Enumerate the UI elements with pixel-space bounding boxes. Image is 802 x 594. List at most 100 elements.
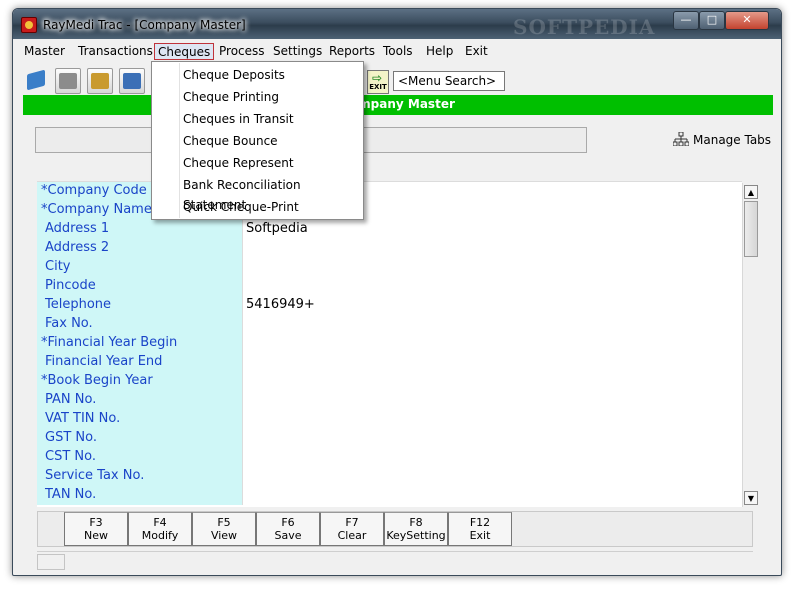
- fkey-label: KeySetting: [386, 529, 446, 542]
- field-label: VAT TIN No.: [37, 410, 242, 429]
- field-value[interactable]: [242, 258, 742, 277]
- field-label: GST No.: [37, 429, 242, 448]
- form-row[interactable]: *Company Code: [37, 182, 742, 201]
- f7-clear-button[interactable]: F7 Clear: [320, 512, 384, 546]
- form-row[interactable]: VAT TIN No.: [37, 410, 742, 429]
- calculator-icon[interactable]: [87, 68, 113, 94]
- scroll-down-arrow-icon[interactable]: ▼: [744, 491, 758, 505]
- field-label: Financial Year End: [37, 353, 242, 372]
- manage-tabs-link[interactable]: Manage Tabs: [673, 132, 771, 147]
- f5-view-button[interactable]: F5 View: [192, 512, 256, 546]
- fkey-code: F12: [469, 516, 491, 529]
- fkey-code: F3: [89, 516, 103, 529]
- fkey-label: Save: [274, 529, 302, 542]
- form-row[interactable]: Financial Year End: [37, 353, 742, 372]
- fkey-label: Modify: [141, 529, 179, 542]
- field-value[interactable]: 5416949+: [242, 296, 742, 315]
- form-row[interactable]: Fax No.: [37, 315, 742, 334]
- menu-item-quick-cheque-print[interactable]: Quick Cheque-Print: [183, 197, 299, 217]
- menu-process[interactable]: Process: [216, 43, 268, 60]
- form-row[interactable]: *Financial Year Begin: [37, 334, 742, 353]
- app-window: RayMedi Trac - [Company Master] SOFTPEDI…: [12, 8, 782, 576]
- form-row[interactable]: Telephone 5416949+: [37, 296, 742, 315]
- f8-keysetting-button[interactable]: F8 KeySetting: [384, 512, 448, 546]
- exit-toolbar-button[interactable]: EXIT: [367, 62, 389, 94]
- close-button[interactable]: ✕: [725, 11, 769, 30]
- form-row[interactable]: City: [37, 258, 742, 277]
- form-row[interactable]: Service Tax No.: [37, 467, 742, 486]
- users-icon[interactable]: [119, 68, 145, 94]
- menu-reports[interactable]: Reports: [326, 43, 378, 60]
- menu-item-bank-reconciliation[interactable]: Bank Reconciliation Statement: [183, 175, 363, 212]
- field-value[interactable]: [242, 410, 742, 429]
- title-bar[interactable]: RayMedi Trac - [Company Master] SOFTPEDI…: [13, 9, 781, 39]
- field-label: PAN No.: [37, 391, 242, 410]
- printer-icon[interactable]: [55, 68, 81, 94]
- field-label: Address 1: [37, 220, 242, 239]
- toolbar: EXIT <Menu Search>: [17, 62, 777, 99]
- f3-new-button[interactable]: F3 New: [64, 512, 128, 546]
- fkey-label: Clear: [337, 529, 367, 542]
- menu-cheques[interactable]: Cheques: [154, 43, 215, 60]
- field-value[interactable]: [242, 467, 742, 486]
- field-label: Address 2: [37, 239, 242, 258]
- fkey-code: F4: [153, 516, 167, 529]
- menu-help[interactable]: Help: [423, 43, 456, 60]
- scroll-up-arrow-icon[interactable]: ▲: [744, 185, 758, 199]
- field-label: Pincode: [37, 277, 242, 296]
- menu-transactions[interactable]: Transactions: [75, 43, 156, 60]
- menu-item-cheque-printing[interactable]: Cheque Printing: [183, 87, 279, 107]
- menu-settings[interactable]: Settings: [270, 43, 325, 60]
- field-value[interactable]: [242, 277, 742, 296]
- menu-item-cheque-bounce[interactable]: Cheque Bounce: [183, 131, 278, 151]
- company-form-grid: *Company Code *Company Name Address 1 Sof…: [37, 181, 742, 507]
- field-value[interactable]: [242, 448, 742, 467]
- manage-tabs-label: Manage Tabs: [693, 133, 772, 147]
- field-value[interactable]: [242, 429, 742, 448]
- field-value[interactable]: Softpedia: [242, 220, 742, 239]
- fkey-code: F8: [409, 516, 423, 529]
- form-row[interactable]: CST No.: [37, 448, 742, 467]
- field-label: City: [37, 258, 242, 277]
- minimize-button[interactable]: —: [673, 11, 699, 30]
- f4-modify-button[interactable]: F4 Modify: [128, 512, 192, 546]
- menu-search-box[interactable]: <Menu Search>: [393, 71, 505, 91]
- status-bar: [37, 551, 753, 571]
- form-row[interactable]: GST No.: [37, 429, 742, 448]
- form-row[interactable]: *Company Name: [37, 201, 742, 220]
- fkey-label: Exit: [469, 529, 491, 542]
- field-value[interactable]: [242, 334, 742, 353]
- menu-item-cheque-deposits[interactable]: Cheque Deposits: [183, 65, 285, 85]
- f12-exit-button[interactable]: F12 Exit: [448, 512, 512, 546]
- field-value[interactable]: [242, 486, 742, 505]
- field-label: TAN No.: [37, 486, 242, 505]
- form-row[interactable]: PAN No.: [37, 391, 742, 410]
- f6-save-button[interactable]: F6 Save: [256, 512, 320, 546]
- form-row[interactable]: Pincode: [37, 277, 742, 296]
- form-row[interactable]: TAN No.: [37, 486, 742, 505]
- form-row[interactable]: Address 1 Softpedia: [37, 220, 742, 239]
- menu-master[interactable]: Master: [21, 43, 68, 60]
- vertical-scrollbar[interactable]: ▲ ▼: [742, 183, 758, 507]
- field-value[interactable]: [242, 239, 742, 258]
- menu-item-cheques-in-transit[interactable]: Cheques in Transit: [183, 109, 294, 129]
- menu-exit[interactable]: Exit: [462, 43, 491, 60]
- field-value[interactable]: [242, 391, 742, 410]
- menu-item-cheque-represent[interactable]: Cheque Represent: [183, 153, 294, 173]
- field-value[interactable]: [242, 372, 742, 391]
- fkey-code: F7: [345, 516, 359, 529]
- field-value[interactable]: [242, 315, 742, 334]
- maximize-button[interactable]: □: [699, 11, 725, 30]
- app-logo-icon[interactable]: [21, 17, 37, 33]
- form-row[interactable]: *Book Begin Year: [37, 372, 742, 391]
- menu-tools[interactable]: Tools: [380, 43, 416, 60]
- fkey-code: F6: [281, 516, 295, 529]
- menu-gutter-divider: [179, 63, 180, 218]
- open-book-icon[interactable]: [23, 68, 49, 94]
- form-row[interactable]: Address 2: [37, 239, 742, 258]
- field-label: Telephone: [37, 296, 242, 315]
- header-bar: Company Master: [23, 95, 773, 115]
- scroll-thumb[interactable]: [744, 201, 758, 257]
- field-label: *Financial Year Begin: [37, 334, 242, 353]
- field-value[interactable]: [242, 353, 742, 372]
